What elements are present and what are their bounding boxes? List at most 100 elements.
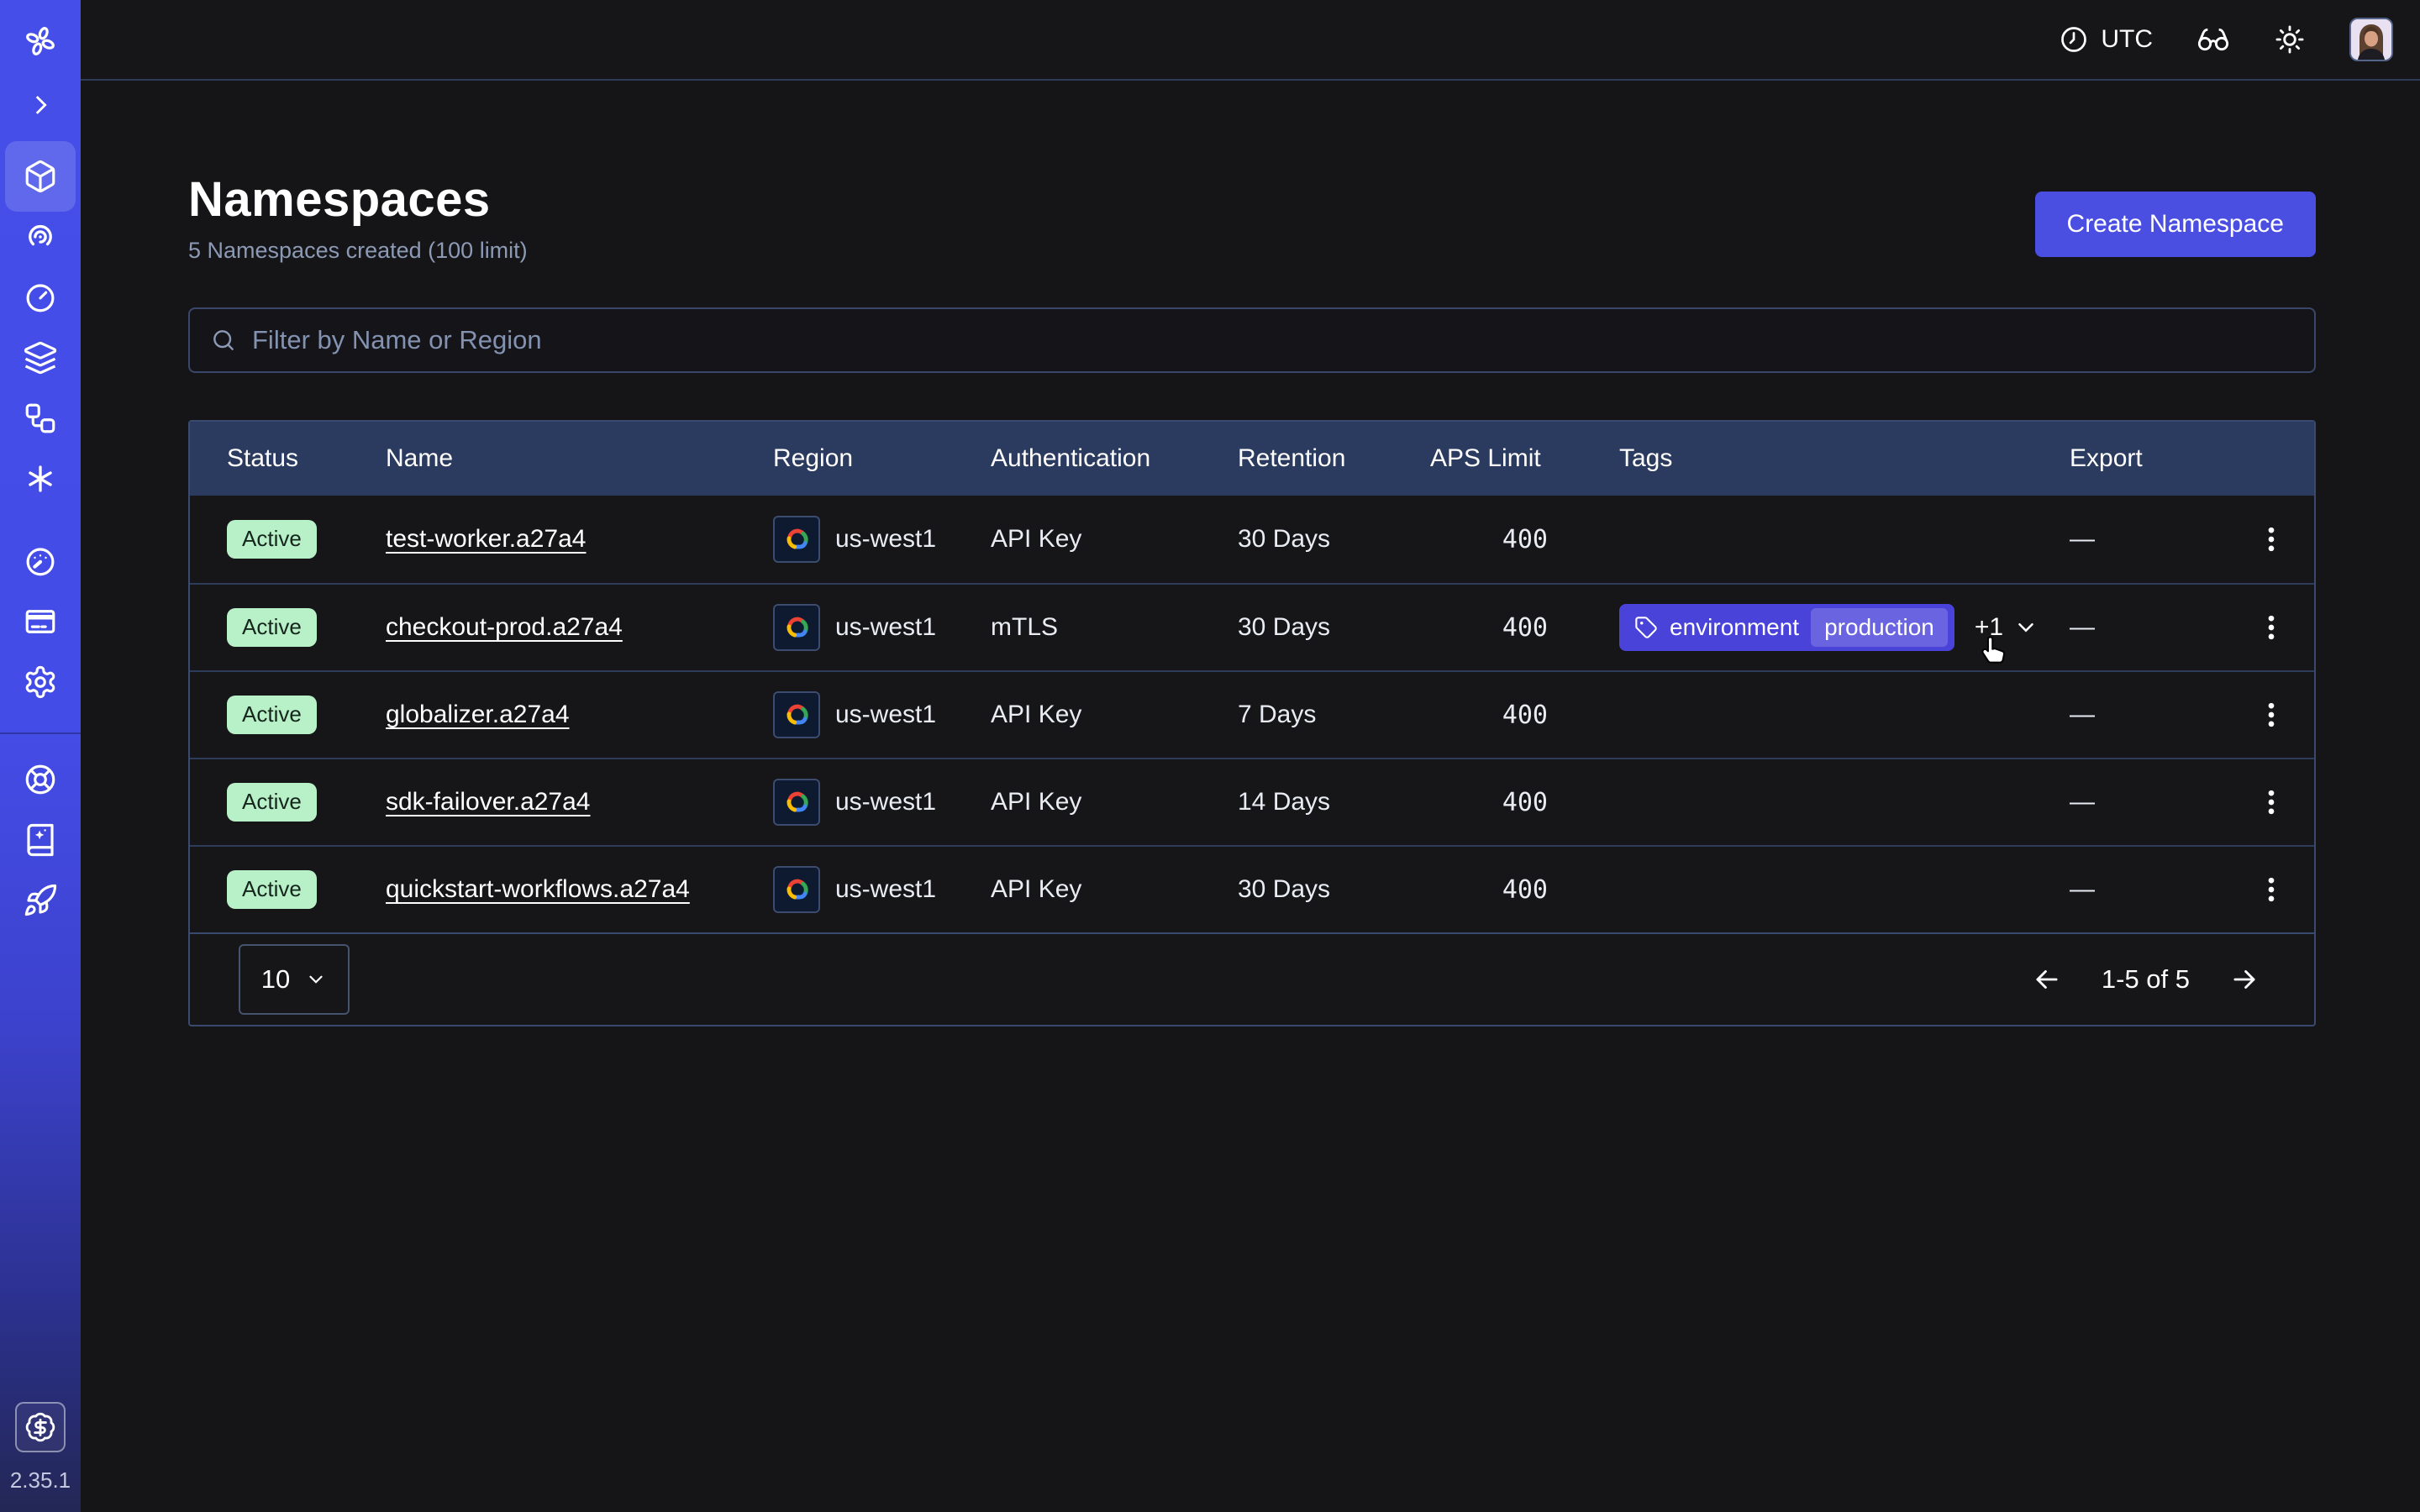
sidebar-divider — [0, 732, 81, 734]
row-actions-kebab-icon — [2254, 873, 2288, 906]
rocket-icon — [23, 883, 58, 918]
export-value: — — [2070, 701, 2228, 729]
namespace-link[interactable]: sdk-failover.a27a4 — [386, 788, 591, 816]
timezone-selector[interactable]: UTC — [2059, 24, 2153, 55]
chevron-down-icon — [305, 969, 327, 990]
filter-search-box — [188, 307, 2316, 373]
sidebar-item-getting-started[interactable] — [5, 865, 76, 936]
google-cloud-icon — [781, 874, 812, 905]
table-body: Active test-worker.a27a4 us-west1 API Ke… — [190, 496, 2314, 932]
export-value: — — [2070, 788, 2228, 816]
temporal-logo-icon[interactable] — [21, 22, 60, 60]
table-header-row: StatusNameRegionAuthenticationRetentionA… — [190, 422, 2314, 496]
gear-icon — [23, 664, 58, 700]
google-cloud-icon — [781, 700, 812, 730]
aps-limit-value: 400 — [1430, 701, 1619, 730]
asterisk-icon — [23, 461, 58, 496]
filter-search-input[interactable] — [252, 325, 2294, 355]
retention-value: 14 Days — [1238, 788, 1430, 816]
cube-icon — [23, 159, 58, 194]
workflow-branch-icon — [23, 401, 58, 436]
book-sparkle-icon — [23, 822, 58, 858]
aps-limit-value: 400 — [1430, 788, 1619, 817]
sidebar-item-settings[interactable] — [5, 647, 76, 717]
column-header: Status — [190, 444, 386, 473]
clock-icon — [2059, 24, 2089, 55]
region-label: us-west1 — [835, 701, 936, 729]
namespace-count-subtitle: 5 Namespaces created (100 limit) — [188, 238, 528, 264]
aps-limit-value: 400 — [1430, 875, 1619, 905]
row-actions-button[interactable] — [2254, 698, 2288, 732]
row-actions-button[interactable] — [2254, 785, 2288, 819]
prev-page-button[interactable] — [2031, 963, 2063, 995]
row-actions-button[interactable] — [2254, 611, 2288, 644]
sidebar-nav-main — [5, 160, 76, 496]
aps-limit-value: 400 — [1430, 613, 1619, 643]
tag-chip[interactable]: environmentproduction — [1619, 604, 1954, 651]
column-header: Tags — [1619, 444, 2070, 473]
gauge-icon — [23, 543, 58, 579]
page-size-select[interactable]: 10 — [239, 944, 350, 1015]
retention-value: 7 Days — [1238, 701, 1430, 729]
page-size-value: 10 — [261, 964, 290, 995]
sidebar-nav-help — [5, 763, 76, 917]
table-row: Active test-worker.a27a4 us-west1 API Ke… — [190, 496, 2314, 583]
google-cloud-icon — [781, 524, 812, 554]
status-badge: Active — [227, 608, 317, 647]
auth-method: API Key — [991, 788, 1238, 816]
column-header: Export — [2070, 444, 2228, 473]
billing-card-icon — [23, 604, 58, 639]
column-header: APS Limit — [1430, 444, 1619, 473]
column-header: Name — [386, 444, 773, 473]
theme-toggle-sun-icon[interactable] — [2274, 24, 2306, 55]
row-actions-button[interactable] — [2254, 522, 2288, 556]
tag-value: production — [1811, 608, 1948, 647]
main-content: Namespaces 5 Namespaces created (100 lim… — [81, 81, 2420, 1026]
swirl-icon — [23, 219, 58, 255]
region-provider-icon — [773, 779, 820, 826]
retention-value: 30 Days — [1238, 875, 1430, 904]
row-actions-button[interactable] — [2254, 873, 2288, 906]
row-actions-kebab-icon — [2254, 785, 2288, 819]
lifebuoy-icon — [23, 762, 58, 797]
status-badge: Active — [227, 520, 317, 559]
sidebar-nav-account — [5, 544, 76, 699]
more-tags-toggle[interactable]: +1 — [1975, 613, 2039, 642]
create-namespace-button[interactable]: Create Namespace — [2035, 192, 2316, 257]
aps-limit-value: 400 — [1430, 525, 1619, 554]
status-badge: Active — [227, 783, 317, 822]
tags-expand-chevron-icon — [2013, 615, 2039, 640]
table-footer: 10 1-5 of 5 — [190, 932, 2314, 1025]
namespace-link[interactable]: globalizer.a27a4 — [386, 701, 570, 729]
glasses-icon[interactable] — [2196, 23, 2230, 56]
region-label: us-west1 — [835, 613, 936, 642]
plan-billing-button[interactable] — [15, 1402, 66, 1452]
region-label: us-west1 — [835, 525, 936, 554]
tag-icon — [1634, 616, 1658, 639]
sidebar-expand-chevron-icon[interactable] — [26, 91, 55, 119]
region-provider-icon — [773, 604, 820, 651]
google-cloud-icon — [781, 787, 812, 817]
row-actions-kebab-icon — [2254, 522, 2288, 556]
namespace-link[interactable]: quickstart-workflows.a27a4 — [386, 875, 690, 904]
search-icon — [210, 327, 237, 354]
sidebar: 2.35.1 — [0, 0, 81, 1512]
auth-method: API Key — [991, 701, 1238, 729]
user-avatar[interactable] — [2349, 18, 2393, 61]
app-version: 2.35.1 — [10, 1467, 71, 1494]
status-badge: Active — [227, 696, 317, 734]
next-page-button[interactable] — [2228, 963, 2260, 995]
namespaces-table: StatusNameRegionAuthenticationRetentionA… — [188, 420, 2316, 1026]
column-header: Authentication — [991, 444, 1238, 473]
layers-icon — [23, 340, 58, 375]
table-row: Active quickstart-workflows.a27a4 us-wes… — [190, 845, 2314, 932]
topbar: UTC — [81, 0, 2420, 81]
namespace-link[interactable]: checkout-prod.a27a4 — [386, 613, 623, 642]
export-value: — — [2070, 525, 2228, 554]
auth-method: API Key — [991, 875, 1238, 904]
sidebar-item-batch-operations[interactable] — [5, 444, 76, 514]
status-badge: Active — [227, 870, 317, 909]
pagination-range: 1-5 of 5 — [2102, 964, 2190, 995]
namespace-link[interactable]: test-worker.a27a4 — [386, 525, 586, 554]
row-actions-kebab-icon — [2254, 611, 2288, 644]
